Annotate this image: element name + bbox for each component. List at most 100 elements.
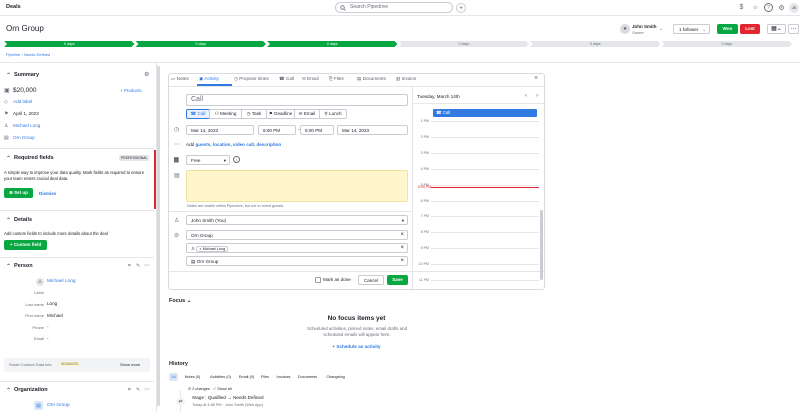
edit-icon[interactable]: ✎ [136,387,140,393]
pipeline-stage[interactable]: 0 days [662,41,793,47]
mark-done-label[interactable]: Mark as done [323,277,351,282]
bulb-icon[interactable]: ☼ [751,3,760,12]
filter-icon[interactable]: ⌗ [128,263,131,269]
tab-email[interactable]: ✉ Email [302,73,319,85]
search-input[interactable]: Search Pipedrive [335,2,453,13]
org-link-input[interactable]: ▤ Orn Group × [186,256,408,266]
history-tab[interactable]: Email (0) [237,373,256,381]
end-time-input[interactable]: 6:00 PM [300,125,334,135]
gear-icon[interactable]: ⚙ [144,71,149,78]
filter-icon[interactable]: ⌗ [128,387,131,393]
details-title[interactable]: Details [14,217,32,223]
person-chip[interactable]: × Michael Long [196,246,229,252]
deal-link-input[interactable]: Orn Group × [186,230,408,240]
deal-value[interactable]: $20,000 [13,87,37,94]
history-tab[interactable]: Invoices [274,373,293,381]
cancel-button[interactable]: Cancel [358,275,384,285]
dismiss-link[interactable]: Dismiss [39,191,56,196]
add-label-link[interactable]: Add label [13,99,32,104]
end-date-input[interactable]: Mar 14, 2023 [337,125,408,135]
start-time-input[interactable]: 6:00 PM [258,125,296,135]
pipeline-stage[interactable]: 0 days [4,41,135,47]
deal-title[interactable]: Orn Group [6,24,44,33]
save-button[interactable]: Save [387,275,408,285]
summary-title[interactable]: Summary [14,72,39,78]
edit-icon[interactable]: ✎ [136,263,140,269]
person-field-value[interactable]: Michael [47,313,63,318]
show-more-link[interactable]: Show more [120,362,140,367]
history-filter-changes[interactable]: ⊙ 2 changes [188,386,210,391]
avatar[interactable]: JS [789,3,799,13]
activity-type-lunch[interactable]: ⚲ Lunch [319,109,347,119]
tab-documents[interactable]: ▤ Documents [357,73,386,85]
person-field-value[interactable]: - [47,324,49,329]
required-fields-title[interactable]: Required fields [14,155,54,161]
custom-field-button[interactable]: + Custom field [4,240,47,250]
pipeline-stage[interactable]: 0 days [267,41,398,47]
lost-button[interactable]: Lost [740,24,760,34]
calendar-scrollbar[interactable] [540,210,543,280]
activity-type-call[interactable]: ☎ Call [186,109,210,119]
activity-type-meeting[interactable]: ⚇ Meeting [209,109,242,119]
start-date-input[interactable]: Mar 14, 2023 [186,125,254,135]
won-button[interactable]: Won [717,24,738,34]
view-options-button[interactable]: ▦⌄ [767,24,786,34]
history-tab[interactable]: Activities (0) [207,373,234,381]
products-link[interactable]: + Products [120,88,142,93]
subject-input[interactable]: Call [186,94,408,106]
history-filter-show-all[interactable]: ✓ Show all [213,386,232,391]
pipeline-stage[interactable]: 0 days [399,41,530,47]
person-name-link[interactable]: Michael Long [47,279,76,284]
activity-type-email[interactable]: ✉ Email [294,109,320,119]
breadcrumb-pipeline[interactable]: Pipeline [6,52,20,57]
person-field-value[interactable]: Long [47,301,57,306]
quick-add-icon[interactable]: + [456,3,466,13]
chevron-up-icon[interactable]: ⌃ [6,263,11,270]
person-title[interactable]: Person [14,263,33,269]
chevron-right-icon[interactable]: › [536,93,538,99]
close-date[interactable]: April 1, 2023 [13,111,39,116]
close-icon[interactable]: × [400,244,404,252]
more-icon[interactable]: ⋯ [144,386,150,393]
assignee-select[interactable]: John Smith (You) ▾ [186,215,408,225]
follower-button[interactable]: 1 follower ⌄ [673,24,710,34]
mark-done-checkbox[interactable] [315,277,321,283]
sidebar-scrollbar[interactable] [157,66,160,406]
more-icon[interactable]: … [788,24,799,34]
add-details-link[interactable]: Add guests, location, video call, descri… [186,142,281,147]
setup-button[interactable]: ⊕ Set up [4,188,33,198]
owner-name[interactable]: John Smith [632,24,657,29]
pipeline-stage[interactable]: 0 days [136,41,267,47]
breadcrumb-stage[interactable]: Needs Defined [24,52,50,57]
notes-textarea[interactable] [186,170,408,202]
close-icon[interactable]: × [400,231,404,239]
focus-title[interactable]: Focus ⌄ [169,298,191,304]
activity-type-task[interactable]: ◷ Task [241,109,267,119]
deal-switch-icon[interactable]: $ [737,3,746,12]
organization-title[interactable]: Organization [14,387,48,393]
more-icon[interactable]: ⋯ [144,262,150,269]
summary-org-link[interactable]: Orn Group [13,135,35,140]
close-icon[interactable]: × [534,75,538,82]
priority-select[interactable]: Free ▾ [186,155,230,165]
tab-propose-times[interactable]: ◷ Propose times [234,73,269,85]
chevron-up-icon[interactable]: ⌃ [6,72,11,79]
history-tab[interactable]: Notes (0) [181,373,204,381]
pipeline-stage[interactable]: 0 days [530,41,661,47]
help-icon[interactable]: ? [764,3,773,12]
history-tab[interactable]: Documents [296,373,319,381]
org-name-link[interactable]: Orn Group [47,403,70,408]
chevron-up-icon[interactable]: ⌃ [6,387,11,394]
chevron-up-icon[interactable]: ⌃ [6,155,11,162]
history-tab[interactable]: Files [259,373,271,381]
person-field-value[interactable]: - [47,336,49,341]
schedule-activity-link[interactable]: + Schedule an activity [168,344,545,349]
info-icon[interactable]: i [233,156,240,163]
chevron-left-icon[interactable]: ‹ [525,93,527,99]
tab-invoice[interactable]: ▥ Invoice [396,73,416,85]
summary-person-link[interactable]: Michael Long [13,123,40,128]
activity-type-deadline[interactable]: ⚑ Deadline [266,109,295,119]
tab-notes[interactable]: ▭ Notes [171,73,189,85]
chevron-down-icon[interactable]: ⌄ [659,26,663,32]
settings-icon[interactable]: ⚙ [777,3,786,12]
